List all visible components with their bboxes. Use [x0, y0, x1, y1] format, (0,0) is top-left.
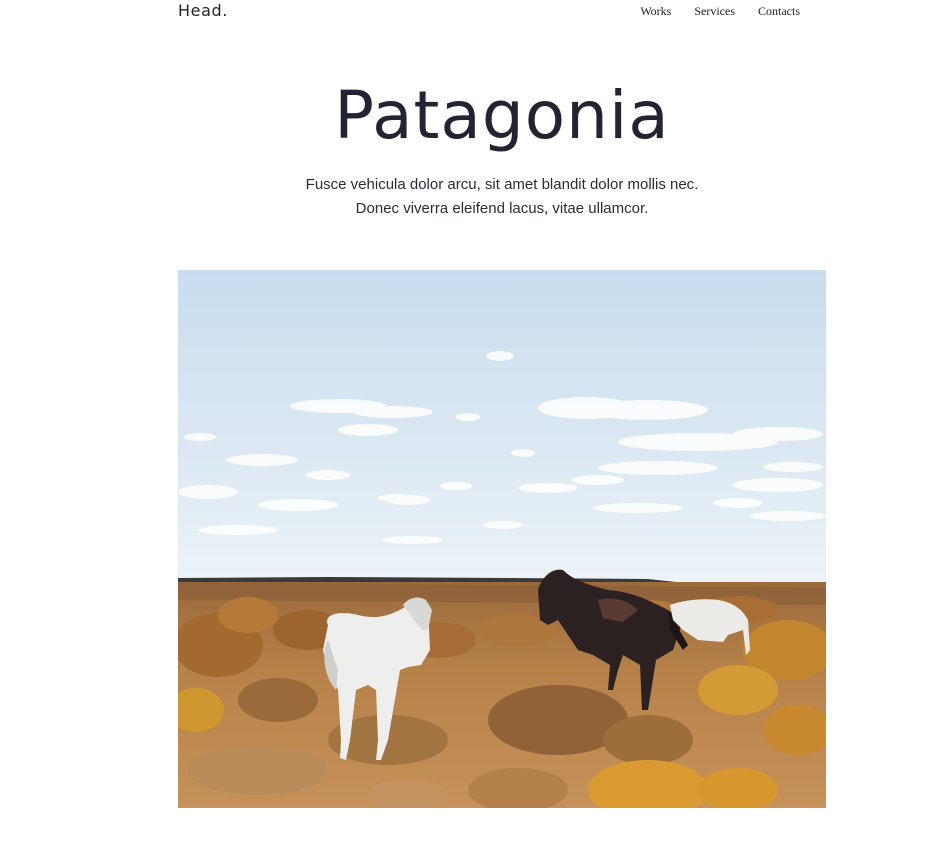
nav-link-works[interactable]: Works: [640, 3, 671, 19]
site-header: Head. Works Services Contacts: [178, 0, 800, 24]
sky: [178, 270, 826, 590]
nav-link-services[interactable]: Services: [694, 3, 735, 19]
hero-photo-illustration: [178, 270, 826, 808]
hero-photo: [178, 270, 826, 808]
hero-subtitle-line-1: Fusce vehicula dolor arcu, sit amet blan…: [305, 176, 699, 193]
nav-link-contacts[interactable]: Contacts: [758, 3, 800, 19]
hero-subtitle-line-2: Donec viverra eleifend lacus, vitae ulla…: [355, 200, 649, 217]
hero-subtitle: Fusce vehicula dolor arcu, sit amet blan…: [0, 173, 950, 221]
site-logo[interactable]: Head.: [178, 2, 228, 20]
hero-title: Patagonia: [334, 77, 670, 154]
main-nav: Works Services Contacts: [640, 3, 800, 19]
